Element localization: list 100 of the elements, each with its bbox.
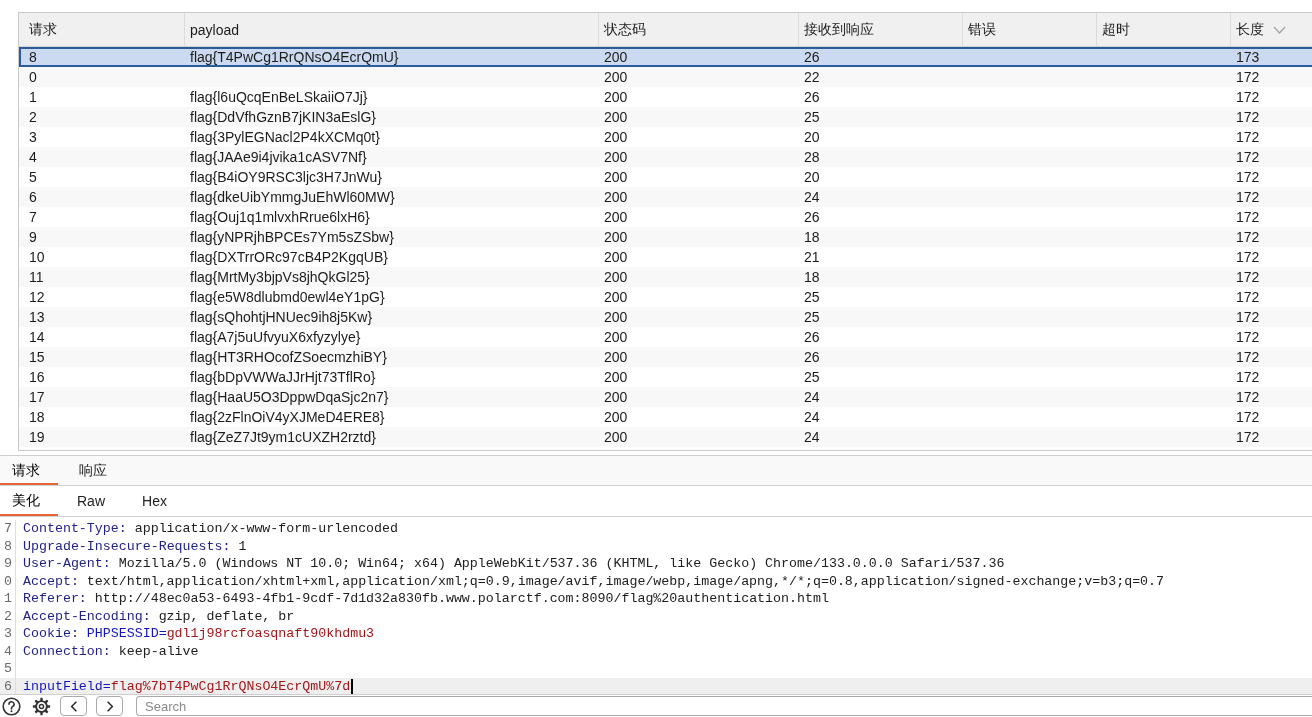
status-code: 200 <box>604 429 628 445</box>
tab[interactable]: 响应 <box>67 456 125 485</box>
response-length: 172 <box>1236 369 1260 385</box>
column-header[interactable]: 长度 <box>1231 13 1312 46</box>
table-row[interactable]: 8 flag{T4PwCg1RrQNsO4EcrQmU} 200 26 173 <box>19 47 1312 67</box>
status-code: 200 <box>604 329 628 345</box>
status-code: 200 <box>604 249 628 265</box>
response-length: 172 <box>1236 249 1260 265</box>
column-header[interactable]: 接收到响应 <box>799 13 963 46</box>
status-code: 200 <box>604 269 628 285</box>
table-row[interactable]: 4 flag{JAAe9i4jvika1cASV7Nf} 200 28 172 <box>19 147 1312 167</box>
table-row[interactable]: 11 flag{MrtMy3bjpVs8jhQkGl25} 200 18 172 <box>19 267 1312 287</box>
settings-icon[interactable] <box>32 696 51 716</box>
request-number: 8 <box>29 49 37 65</box>
response-length: 173 <box>1236 49 1260 65</box>
column-header[interactable]: 超时 <box>1097 13 1231 46</box>
header-name: Connection: <box>23 642 111 660</box>
payload-value: flag{e5W8dlubmd0ewl4eY1pG} <box>190 289 385 305</box>
response-time: 22 <box>804 69 820 85</box>
status-code: 200 <box>604 209 628 225</box>
response-time: 26 <box>804 49 820 65</box>
response-time: 24 <box>804 189 820 205</box>
request-number: 19 <box>29 429 45 445</box>
parameter-value: flag%7bT4PwCg1RrQNsO4EcrQmU%7d <box>110 677 351 694</box>
status-code: 200 <box>604 189 628 205</box>
response-length: 172 <box>1236 129 1260 145</box>
status-code: 200 <box>604 49 628 65</box>
table-row[interactable]: 2 flag{DdVfhGznB7jKIN3aEslG} 200 25 172 <box>19 107 1312 127</box>
response-length: 172 <box>1236 69 1260 85</box>
payload-value: flag{Ouj1q1mlvxhRrue6lxH6} <box>190 209 370 225</box>
request-number: 12 <box>29 289 45 305</box>
table-row[interactable]: 6 flag{dkeUibYmmgJuEhWl60MW} 200 24 172 <box>19 187 1312 207</box>
tab[interactable]: Raw <box>65 486 123 516</box>
response-time: 25 <box>804 309 820 325</box>
response-time: 21 <box>804 249 820 265</box>
chevron-left-icon <box>69 700 78 712</box>
payload-value: flag{l6uQcqEnBeLSkaiiO7Jj} <box>190 89 368 105</box>
column-header[interactable]: 状态码 <box>599 13 799 46</box>
response-time: 28 <box>804 149 820 165</box>
previous-button[interactable] <box>60 696 87 716</box>
code-editor[interactable] <box>0 517 1312 695</box>
request-number: 13 <box>29 309 45 325</box>
request-number: 1 <box>29 89 37 105</box>
table-row[interactable]: 9 flag{yNPRjhBPCEs7Ym5sZSbw} 200 18 172 <box>19 227 1312 247</box>
table-row[interactable]: 15 flag{HT3RHOcofZSoecmzhiBY} 200 26 172 <box>19 347 1312 367</box>
request-number: 14 <box>29 329 45 345</box>
response-length: 172 <box>1236 389 1260 405</box>
response-length: 172 <box>1236 229 1260 245</box>
payload-value: flag{MrtMy3bjpVs8jhQkGl25} <box>190 269 370 285</box>
status-code: 200 <box>604 309 628 325</box>
tab[interactable]: 美化 <box>0 486 58 516</box>
header-value: 1 <box>238 537 247 555</box>
request-number: 10 <box>29 249 45 265</box>
request-number: 17 <box>29 389 45 405</box>
table-row[interactable]: 13 flag{sQhohtjHNUec9ih8j5Kw} 200 25 172 <box>19 307 1312 327</box>
payload-value: flag{2zFlnOiV4yXJMeD4ERE8} <box>190 409 385 425</box>
payload-value: flag{T4PwCg1RrQNsO4EcrQmU} <box>190 49 399 65</box>
column-header[interactable]: 错误 <box>963 13 1097 46</box>
text-cursor <box>351 678 354 694</box>
line-number: 5 <box>0 660 16 678</box>
table-row[interactable]: 0 200 22 172 <box>19 67 1312 87</box>
tab[interactable]: Hex <box>130 486 185 516</box>
request-number: 18 <box>29 409 45 425</box>
next-button[interactable] <box>96 696 123 716</box>
status-code: 200 <box>604 369 628 385</box>
column-header[interactable]: payload <box>185 13 599 46</box>
line-number: 3 <box>0 625 16 643</box>
status-code: 200 <box>604 409 628 425</box>
header-value: http://48ec0a53-6493-4fb1-9cdf-7d1d32a830fb.www.polarctf.com:8090/flag%20authentication.html <box>94 590 829 608</box>
payload-value: flag{A7j5uUfvyuX6xfyzylye} <box>190 329 361 345</box>
request-number: 15 <box>29 349 45 365</box>
response-time: 24 <box>804 429 820 445</box>
response-length: 172 <box>1236 289 1260 305</box>
table-row[interactable]: 19 flag{ZeZ7Jt9ym1cUXZH2rztd} 200 24 172 <box>19 427 1312 447</box>
response-length: 172 <box>1236 269 1260 285</box>
column-header[interactable]: 请求 <box>19 13 185 46</box>
payload-value: flag{yNPRjhBPCEs7Ym5sZSbw} <box>190 229 394 245</box>
header-value: application/x-www-form-urlencoded <box>134 520 399 538</box>
header-name: Content-Type: <box>23 520 127 538</box>
status-code: 200 <box>604 229 628 245</box>
header-name: Cookie: <box>23 625 79 643</box>
parameter-name: inputField= <box>23 677 111 694</box>
response-length: 172 <box>1236 169 1260 185</box>
payload-value: flag{ZeZ7Jt9ym1cUXZH2rztd} <box>190 429 376 445</box>
line-number: 2 <box>0 607 16 625</box>
response-time: 26 <box>804 329 820 345</box>
request-number: 6 <box>29 189 37 205</box>
header-name: Referer: <box>23 590 87 608</box>
help-icon[interactable] <box>2 696 21 716</box>
payload-value: flag{DXTrrORc97cB4P2KgqUB} <box>190 249 388 265</box>
response-time: 20 <box>804 169 820 185</box>
response-time: 18 <box>804 269 820 285</box>
response-time: 25 <box>804 369 820 385</box>
request-number: 7 <box>29 209 37 225</box>
payload-value: flag{bDpVWWaJJrHjt73TflRo} <box>190 369 376 385</box>
search-field[interactable]: Search <box>136 696 1312 716</box>
request-number: 9 <box>29 229 37 245</box>
table-row[interactable]: 17 flag{HaaU5O3DppwDqaSjc2n7} 200 24 172 <box>19 387 1312 407</box>
response-length: 172 <box>1236 409 1260 425</box>
line-number: 8 <box>0 537 16 555</box>
